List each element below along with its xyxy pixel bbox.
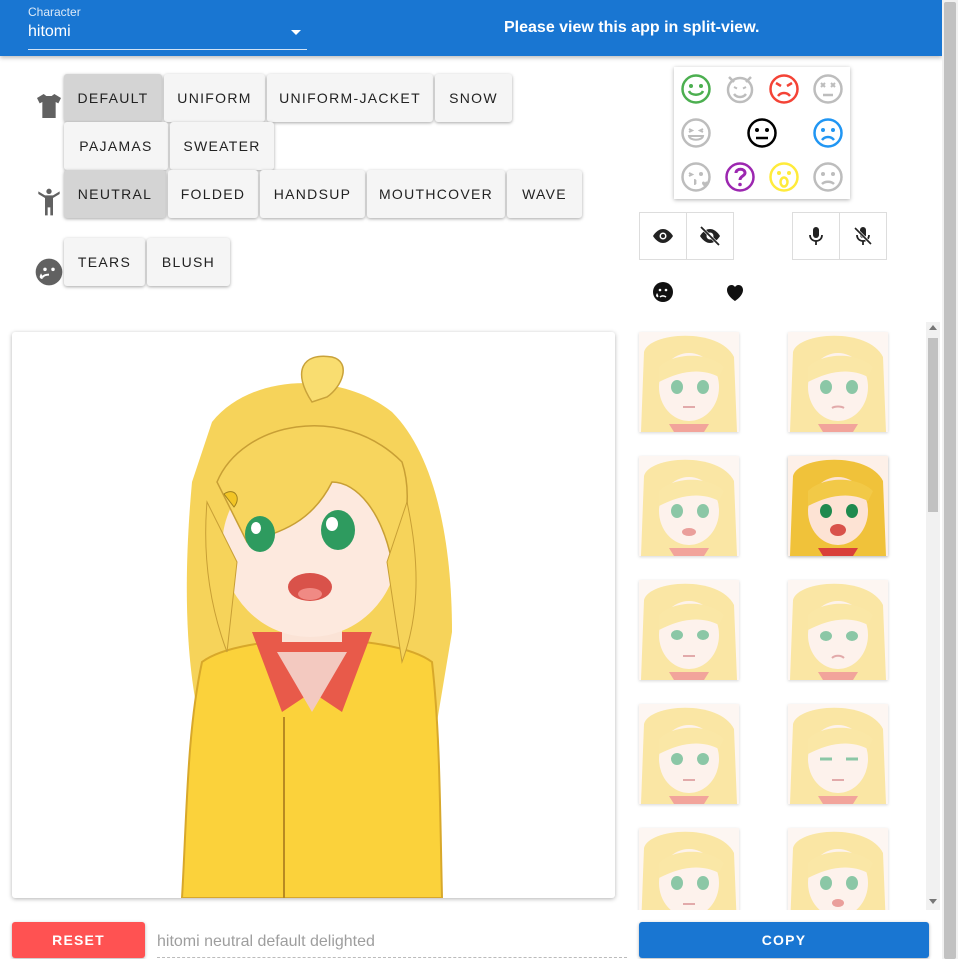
thumbnail-item[interactable] [788,704,888,804]
pose-neutral-button[interactable]: NEUTRAL [64,170,166,218]
app-header: Character hitomi Please view this app in… [0,0,942,56]
thumbnail-item[interactable] [639,828,739,910]
split-view-notice: Please view this app in split-view. [504,19,760,36]
character-illustration [180,355,452,898]
shirt-icon [33,90,65,122]
mic-off-toggle-button[interactable] [839,212,887,260]
thumbnail-item[interactable] [788,332,888,432]
sad-icon[interactable] [812,117,844,149]
pose-mouthcover-button[interactable]: MOUTHCOVER [367,170,505,218]
thumbnail-item[interactable] [639,456,739,556]
person-icon [33,186,65,218]
devil-icon[interactable] [724,73,756,105]
app-root: Character hitomi Please view this app in… [0,0,958,959]
outfit-uniform-jacket-button[interactable]: UNIFORM-JACKET [267,74,433,122]
pose-folded-button[interactable]: FOLDED [168,170,258,218]
eye-off-toggle-button[interactable] [686,212,734,260]
angry-icon[interactable] [768,73,800,105]
filename-field[interactable]: hitomi neutral default delighted [157,926,627,958]
tears-face-icon[interactable] [651,280,675,304]
expression-thumbnail-list[interactable] [634,322,926,910]
smile-icon[interactable] [680,73,712,105]
effect-blush-button[interactable]: BLUSH [147,238,230,286]
thumbnail-item[interactable] [639,704,739,804]
character-value[interactable]: hitomi [28,23,71,41]
thumbnail-item[interactable] [639,332,739,432]
thumbnail-item-selected[interactable] [788,456,888,556]
tongue-icon[interactable] [680,117,712,149]
scroll-down-arrow-icon[interactable] [929,899,937,904]
dizzy-icon[interactable] [812,73,844,105]
mic-icon [809,227,823,245]
tears-face-icon [33,256,65,288]
eye-icon [653,229,673,243]
outfit-uniform-button[interactable]: UNIFORM [164,74,265,122]
frown-icon[interactable] [812,161,844,193]
character-select[interactable]: Character hitomi [28,4,307,50]
scroll-up-arrow-icon[interactable] [929,325,937,330]
outfit-snow-button[interactable]: SNOW [435,74,512,122]
eye-toggle-button[interactable] [639,212,687,260]
pose-handsup-button[interactable]: HANDSUP [260,170,365,218]
thumbnail-item[interactable] [639,580,739,680]
question-icon[interactable] [724,161,756,193]
eye-off-icon [699,225,721,247]
thumbnail-item[interactable] [788,828,888,910]
filename-value: hitomi neutral default delighted [157,933,375,950]
thumbnail-item[interactable] [788,580,888,680]
mic-off-icon [853,226,873,246]
thumbnail-scrollbar-thumb[interactable] [928,338,938,512]
dropdown-caret-icon[interactable] [291,30,301,35]
copy-button[interactable]: COPY [639,922,929,958]
kiss-icon[interactable] [680,161,712,193]
heart-icon[interactable] [723,280,747,304]
surprised-icon[interactable] [768,161,800,193]
reset-button[interactable]: RESET [12,922,145,958]
neutral-icon[interactable] [746,117,778,149]
character-label: Character [28,5,81,19]
window-scrollbar-thumb[interactable] [944,2,956,959]
emotion-picker [674,67,850,199]
outfit-sweater-button[interactable]: SWEATER [170,122,274,170]
outfit-pajamas-button[interactable]: PAJAMAS [64,122,168,170]
outfit-default-button[interactable]: DEFAULT [64,74,162,122]
mic-toggle-button[interactable] [792,212,840,260]
pose-wave-button[interactable]: WAVE [507,170,582,218]
character-preview [12,332,615,898]
effect-tears-button[interactable]: TEARS [64,238,145,286]
